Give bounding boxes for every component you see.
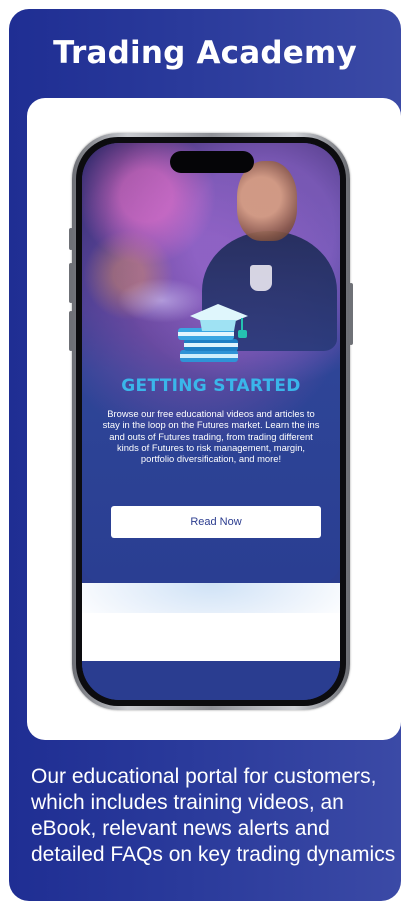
dynamic-island [170,151,254,173]
card-title: Trading Academy [53,35,357,71]
phone-side-button [69,228,73,250]
phone-screen: GETTING STARTED Browse our free educatio… [82,143,340,700]
phone-mockup-image: GETTING STARTED Browse our free educatio… [27,98,401,740]
trading-academy-card: Trading Academy GETTING STARTED Browse o… [9,9,401,901]
screen-bottom-band [82,661,340,700]
graduation-cap-books-icon [178,304,248,362]
screen-white-band [82,613,340,661]
phone-frame: GETTING STARTED Browse our free educatio… [69,133,353,710]
read-now-button[interactable]: Read Now [111,506,321,538]
phone-power-button [349,283,353,345]
phone-volume-down-button [69,311,73,351]
phone-bezel: GETTING STARTED Browse our free educatio… [76,137,346,706]
card-description: Our educational portal for customers, wh… [31,765,396,866]
getting-started-heading: GETTING STARTED [121,376,301,396]
hero-panel: GETTING STARTED Browse our free educatio… [82,143,340,583]
coffee-cup [250,265,272,291]
getting-started-description: Browse our free educational videos and a… [102,408,320,465]
person-photo-head [237,161,297,241]
phone-volume-up-button [69,263,73,303]
